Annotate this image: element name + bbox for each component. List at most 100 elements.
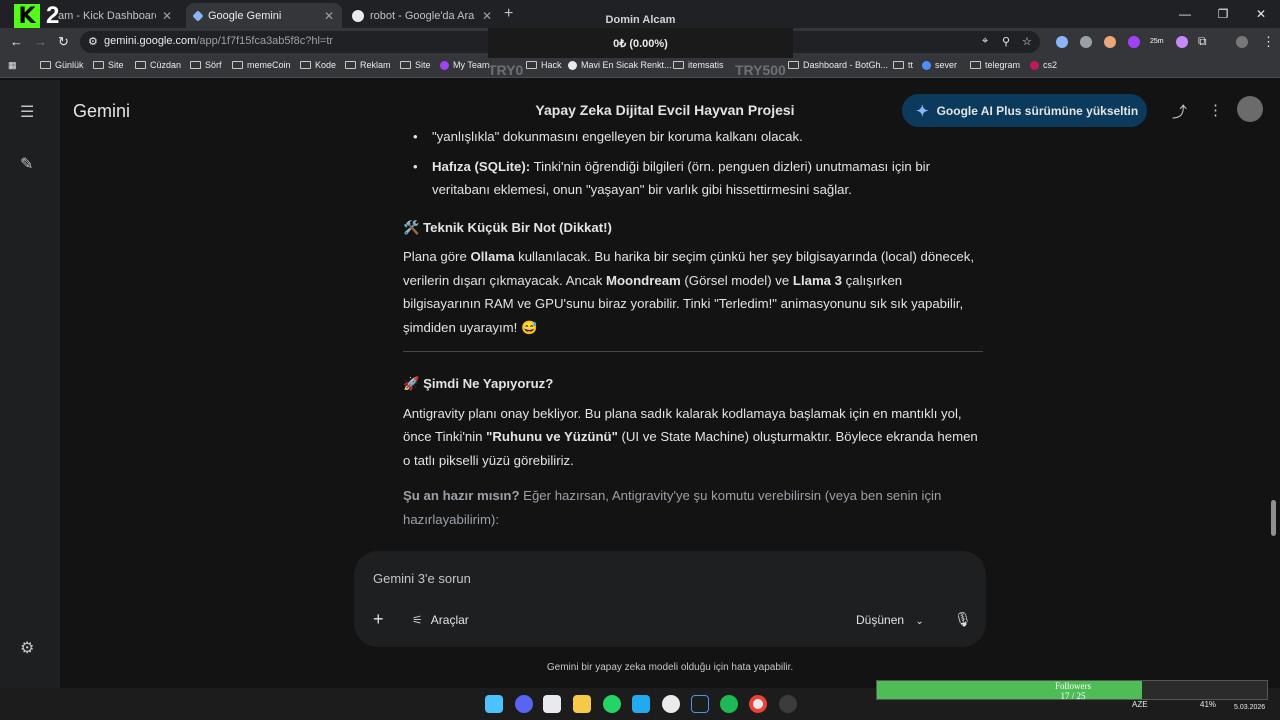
- gemini-favicon-icon: [192, 9, 204, 22]
- folder-icon: [345, 61, 356, 69]
- close-window-icon[interactable]: ✕: [1242, 0, 1280, 28]
- upgrade-button[interactable]: ✦ Google AI Plus sürümüne yükseltin: [902, 94, 1147, 127]
- bookmark-item[interactable]: Dashboard - BotGh...: [788, 60, 888, 70]
- folder-icon: [135, 61, 146, 69]
- bookmark-item[interactable]: Reklam: [345, 60, 391, 70]
- minimize-icon[interactable]: —: [1166, 0, 1204, 28]
- upgrade-label: Google AI Plus sürümüne yükseltin: [936, 103, 1139, 118]
- bold-term: Şu an hazır mısın?: [403, 488, 520, 503]
- bookmark-item[interactable]: sever: [922, 60, 957, 70]
- bookmark-item[interactable]: cs2: [1030, 60, 1057, 70]
- tab-title: robot - Google'da Ara: [370, 9, 475, 22]
- vscode-icon[interactable]: [632, 695, 650, 713]
- chevron-down-icon: ⌄: [915, 616, 924, 627]
- share-icon[interactable]: ⤴: [1172, 101, 1187, 122]
- location-icon[interactable]: ⌖: [982, 35, 988, 48]
- extension-icon[interactable]: [1176, 36, 1188, 48]
- maximize-icon[interactable]: ❐: [1204, 0, 1242, 28]
- list-item: "yanlışlıkla" dokunmasını engelleyen bir…: [403, 126, 983, 149]
- bookmark-item[interactable]: Site: [93, 60, 124, 70]
- extension-badge[interactable]: 25m: [1150, 38, 1164, 45]
- battery-level[interactable]: 41%: [1200, 700, 1216, 709]
- window-controls: — ❐ ✕: [1166, 0, 1280, 28]
- prompt-input[interactable]: Gemini 3'e sorun: [373, 571, 471, 586]
- text-run: (Görsel model) ve: [680, 272, 793, 288]
- microphone-icon[interactable]: 🎙: [954, 611, 972, 628]
- site-info-icon[interactable]: ⚙: [88, 35, 98, 48]
- back-icon[interactable]: ←: [10, 34, 23, 49]
- more-options-icon[interactable]: ⋮: [1208, 101, 1223, 119]
- folder-icon: [893, 61, 904, 69]
- language-indicator[interactable]: AZE: [1132, 700, 1148, 709]
- tools-sliders-icon: ⚟: [412, 613, 423, 627]
- try-right-label: TRY500: [735, 62, 786, 78]
- antigravity-icon[interactable]: [691, 695, 709, 713]
- bookmark-item[interactable]: Kode: [300, 60, 336, 70]
- profile-avatar-icon[interactable]: [1236, 36, 1248, 48]
- bookmark-item[interactable]: Site: [400, 60, 431, 70]
- cs2-icon: [1030, 60, 1039, 70]
- reload-icon[interactable]: ↻: [58, 34, 69, 50]
- scrollbar-thumb[interactable]: [1271, 500, 1276, 536]
- bookmark-item[interactable]: Sörf: [190, 60, 222, 70]
- app-icon[interactable]: [662, 695, 680, 713]
- tab-google-gemini[interactable]: Google Gemini ✕: [186, 3, 342, 28]
- bookmark-item[interactable]: Mavi En Sicak Renkt...: [568, 60, 672, 70]
- windows-start-icon[interactable]: [485, 695, 503, 713]
- menu-icon[interactable]: ☰: [20, 102, 34, 122]
- add-attachment-icon[interactable]: +: [373, 609, 384, 630]
- mode-selector[interactable]: Düşünen ⌄: [856, 613, 924, 627]
- close-icon[interactable]: ✕: [162, 9, 172, 23]
- bookmark-label: Cüzdan: [150, 60, 182, 70]
- bookmark-item[interactable]: Günlük: [40, 60, 84, 70]
- kick-logo-icon: K: [14, 4, 40, 30]
- steam-icon[interactable]: [779, 695, 797, 713]
- extension-icon[interactable]: [1080, 36, 1092, 48]
- bookmark-label: Reklam: [360, 60, 391, 70]
- browser-menu-icon[interactable]: ⋮: [1262, 34, 1275, 50]
- folder-icon: [526, 61, 537, 69]
- avatar[interactable]: [1237, 96, 1263, 122]
- date-text[interactable]: 5.03.2026: [1234, 704, 1265, 711]
- discord-icon[interactable]: [515, 695, 533, 713]
- forward-icon[interactable]: →: [34, 34, 47, 49]
- settings-gear-icon[interactable]: ⚙: [20, 638, 34, 658]
- chrome-icon[interactable]: [749, 695, 767, 713]
- file-explorer-icon[interactable]: [573, 695, 591, 713]
- bookmark-item[interactable]: Hack: [526, 60, 562, 70]
- whatsapp-icon[interactable]: [603, 695, 621, 713]
- bookmark-item[interactable]: My Team: [440, 60, 489, 70]
- bold-term: Ollama: [470, 249, 515, 264]
- bookmark-star-icon[interactable]: ☆: [1022, 35, 1032, 48]
- tools-button[interactable]: ⚟ Araçlar: [412, 613, 469, 627]
- bookmark-item[interactable]: telegram: [970, 60, 1020, 70]
- bookmark-label: sever: [935, 60, 958, 70]
- paragraph: Antigravity planı onay bekliyor. Bu plan…: [403, 402, 983, 473]
- sever-icon: [922, 60, 931, 70]
- extensions-puzzle-icon[interactable]: ⧉: [1198, 34, 1207, 49]
- extension-icon[interactable]: [1128, 36, 1140, 48]
- bookmark-item[interactable]: tt: [893, 60, 913, 70]
- tab-robot-search[interactable]: robot - Google'da Ara ✕: [344, 3, 500, 28]
- domain-value: 0₺ (0.00%): [613, 38, 668, 50]
- store-icon[interactable]: [543, 695, 561, 713]
- zoom-icon[interactable]: ⚲: [1002, 35, 1010, 48]
- bookmark-label: Dashboard - BotGh...: [803, 60, 889, 70]
- domain-title: Domin Alcam: [605, 14, 676, 26]
- folder-icon: [673, 61, 684, 69]
- close-icon[interactable]: ✕: [324, 9, 334, 23]
- extension-icon[interactable]: [1104, 36, 1116, 48]
- paragraph: Plana göre Ollama kullanılacak. Bu harik…: [403, 245, 983, 339]
- spotify-icon[interactable]: [720, 695, 738, 713]
- followers-label: Followers: [1055, 681, 1091, 691]
- extension-icon[interactable]: [1056, 36, 1068, 48]
- bookmark-label: Sörf: [205, 60, 222, 70]
- bookmark-label: Site: [415, 60, 431, 70]
- bookmark-item[interactable]: itemsatis: [673, 60, 724, 70]
- disclaimer-text: Gemini bir yapay zeka modeli olduğu için…: [546, 662, 794, 673]
- apps-grid-icon[interactable]: ▦: [8, 60, 17, 71]
- bookmark-item[interactable]: memeCoin: [232, 60, 291, 70]
- new-chat-icon[interactable]: ✎: [20, 154, 33, 174]
- bookmark-item[interactable]: Cüzdan: [135, 60, 181, 70]
- folder-icon: [190, 61, 201, 69]
